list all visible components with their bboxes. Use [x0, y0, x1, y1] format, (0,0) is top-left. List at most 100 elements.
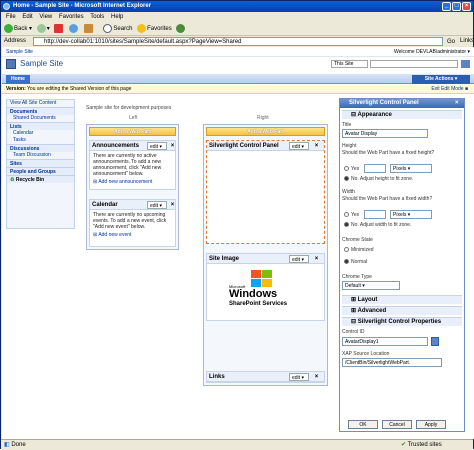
site-description: Sample site for development purposes: [86, 105, 172, 111]
width-value-field[interactable]: [364, 210, 386, 219]
title-field[interactable]: Avatar Display: [342, 129, 428, 138]
maximize-button[interactable]: □: [452, 2, 461, 11]
height-yes-option[interactable]: Yes: [344, 166, 359, 172]
calendar-edit-menu[interactable]: edit ▾: [147, 201, 167, 209]
history-button[interactable]: [176, 22, 186, 36]
layout-section[interactable]: ⊞ Layout: [342, 295, 462, 304]
status-bar: ◧ Done ✔ Trusted sites: [1, 439, 473, 450]
announcements-close-icon[interactable]: ×: [169, 142, 176, 150]
site-image-close-icon[interactable]: ×: [313, 255, 320, 263]
tab-home[interactable]: Home: [6, 75, 30, 84]
nav-toolbar: Back ▾ ▾ Search Favorites: [1, 22, 473, 36]
refresh-icon: [69, 23, 79, 33]
width-yes-option[interactable]: Yes: [344, 212, 359, 218]
xap-source-field[interactable]: /ClientBin/SilverlightWebPart.: [342, 358, 442, 367]
silverlight-webpart[interactable]: Silverlight Control Panel edit ▾ ×: [206, 140, 325, 244]
width-label: Width: [342, 189, 355, 195]
width-unit-select[interactable]: Pixels ▾: [390, 210, 432, 219]
address-input[interactable]: http://dev-collab01:1010/sites/SampleSit…: [33, 37, 443, 46]
forward-arrow-icon: [36, 23, 46, 33]
menu-view[interactable]: View: [39, 14, 52, 20]
windows-sharepoint-logo: Microsoft Windows SharePoint Services: [229, 270, 309, 314]
links-header: Links edit ▾ ×: [207, 372, 324, 382]
control-id-field[interactable]: AvatarDisplay1: [342, 337, 428, 346]
add-web-part-right-button[interactable]: Add a Web Part: [206, 127, 325, 136]
menu-bar: File Edit View Favorites Tools Help: [1, 12, 473, 22]
height-value-field[interactable]: [364, 164, 386, 173]
add-event-link[interactable]: ⊞ Add new event: [90, 232, 175, 238]
windows-flag-icon: [251, 270, 272, 287]
stop-button[interactable]: [54, 22, 64, 36]
forward-button[interactable]: ▾: [36, 22, 50, 36]
cancel-button[interactable]: Cancel: [382, 420, 412, 429]
minimize-button[interactable]: _: [442, 2, 451, 11]
height-unit-select[interactable]: Pixels ▾: [390, 164, 432, 173]
tool-pane-header: Silverlight Control Panel ×: [340, 99, 464, 108]
favorites-button[interactable]: Favorites: [137, 22, 172, 36]
chrome-minimized-option[interactable]: Minimized: [344, 247, 374, 253]
quicklaunch-discussions[interactable]: Discussions: [7, 144, 74, 152]
search-go-icon[interactable]: [461, 60, 470, 68]
calendar-title: Calendar: [92, 202, 118, 208]
calendar-close-icon[interactable]: ×: [169, 201, 176, 209]
home-button[interactable]: [83, 22, 94, 36]
silverlight-props-section[interactable]: ⊟ Silverlight Control Properties: [342, 317, 462, 326]
search-scope-select[interactable]: This Site: [331, 60, 368, 68]
silverlight-edit-menu[interactable]: edit ▾: [289, 142, 309, 150]
add-web-part-left-button[interactable]: Add a Web Part: [89, 127, 176, 136]
control-id-label: Control ID: [342, 329, 365, 335]
menu-edit[interactable]: Edit: [22, 14, 32, 20]
menu-help[interactable]: Help: [111, 14, 123, 20]
announcements-webpart: Announcements edit ▾ × There are current…: [89, 140, 176, 190]
quicklaunch-sites[interactable]: Sites: [7, 159, 74, 167]
menu-file[interactable]: File: [6, 14, 16, 20]
refresh-button[interactable]: [69, 22, 79, 36]
site-title[interactable]: Sample Site: [20, 59, 63, 68]
tool-pane-close-icon[interactable]: ×: [455, 99, 459, 108]
close-button[interactable]: ×: [462, 2, 471, 11]
announcements-edit-menu[interactable]: edit ▾: [147, 142, 167, 150]
silverlight-header: Silverlight Control Panel edit ▾ ×: [207, 141, 324, 151]
chrome-type-select[interactable]: Default ▾: [342, 281, 400, 290]
radio-icon: [344, 176, 349, 182]
quicklaunch-shared-docs[interactable]: Shared Documents: [7, 115, 74, 122]
site-actions-button[interactable]: Site Actions ▾: [412, 75, 470, 84]
welcome-menu[interactable]: Welcome DEVLAB\administrator ▾: [394, 47, 470, 57]
links-close-icon[interactable]: ×: [313, 373, 320, 381]
search-button[interactable]: Search: [103, 22, 132, 36]
menu-tools[interactable]: Tools: [90, 14, 104, 20]
ok-button[interactable]: OK: [348, 420, 378, 429]
menu-favorites[interactable]: Favorites: [59, 14, 84, 20]
quicklaunch-calendar[interactable]: Calendar: [7, 130, 74, 137]
quick-launch: View All Site Content Documents Shared D…: [6, 99, 75, 229]
builder-icon[interactable]: [431, 337, 439, 346]
links-button[interactable]: Links: [460, 36, 474, 47]
quicklaunch-lists[interactable]: Lists: [7, 122, 74, 130]
breadcrumb: Sample Site Welcome DEVLAB\administrator…: [2, 47, 474, 57]
appearance-section[interactable]: ⊟ Appearance: [342, 110, 462, 119]
tool-pane-title: Silverlight Control Panel: [349, 100, 419, 106]
advanced-section[interactable]: ⊞ Advanced: [342, 306, 462, 315]
apply-button[interactable]: Apply: [416, 420, 446, 429]
chrome-normal-option[interactable]: Normal: [344, 259, 367, 265]
exit-edit-mode-link[interactable]: Exit Edit Mode ■: [431, 85, 468, 94]
recycle-bin-link[interactable]: ♻ Recycle Bin: [7, 175, 74, 183]
back-button[interactable]: Back ▾: [4, 22, 32, 36]
search-icon: [103, 23, 113, 33]
quicklaunch-tasks[interactable]: Tasks: [7, 137, 74, 144]
quicklaunch-people[interactable]: People and Groups: [7, 167, 74, 175]
breadcrumb-site[interactable]: Sample Site: [6, 49, 33, 55]
site-header: Sample Site This Site: [2, 57, 474, 71]
search-input[interactable]: [370, 60, 458, 68]
silverlight-title: Silverlight Control Panel: [209, 143, 279, 149]
add-announcement-link[interactable]: ⊞ Add new announcement: [90, 179, 175, 185]
silverlight-close-icon[interactable]: ×: [313, 142, 320, 150]
height-no-option[interactable]: No. Adjust height to fit zone.: [344, 176, 413, 182]
links-edit-menu[interactable]: edit ▾: [289, 373, 309, 381]
site-image-edit-menu[interactable]: edit ▾: [289, 255, 309, 263]
quicklaunch-documents[interactable]: Documents: [7, 107, 74, 115]
quicklaunch-team-discussion[interactable]: Team Discussion: [7, 152, 74, 159]
width-no-option[interactable]: No. Adjust width to fit zone.: [344, 222, 411, 228]
view-all-content-link[interactable]: View All Site Content: [7, 100, 74, 107]
page-icon: ◧: [4, 442, 10, 448]
